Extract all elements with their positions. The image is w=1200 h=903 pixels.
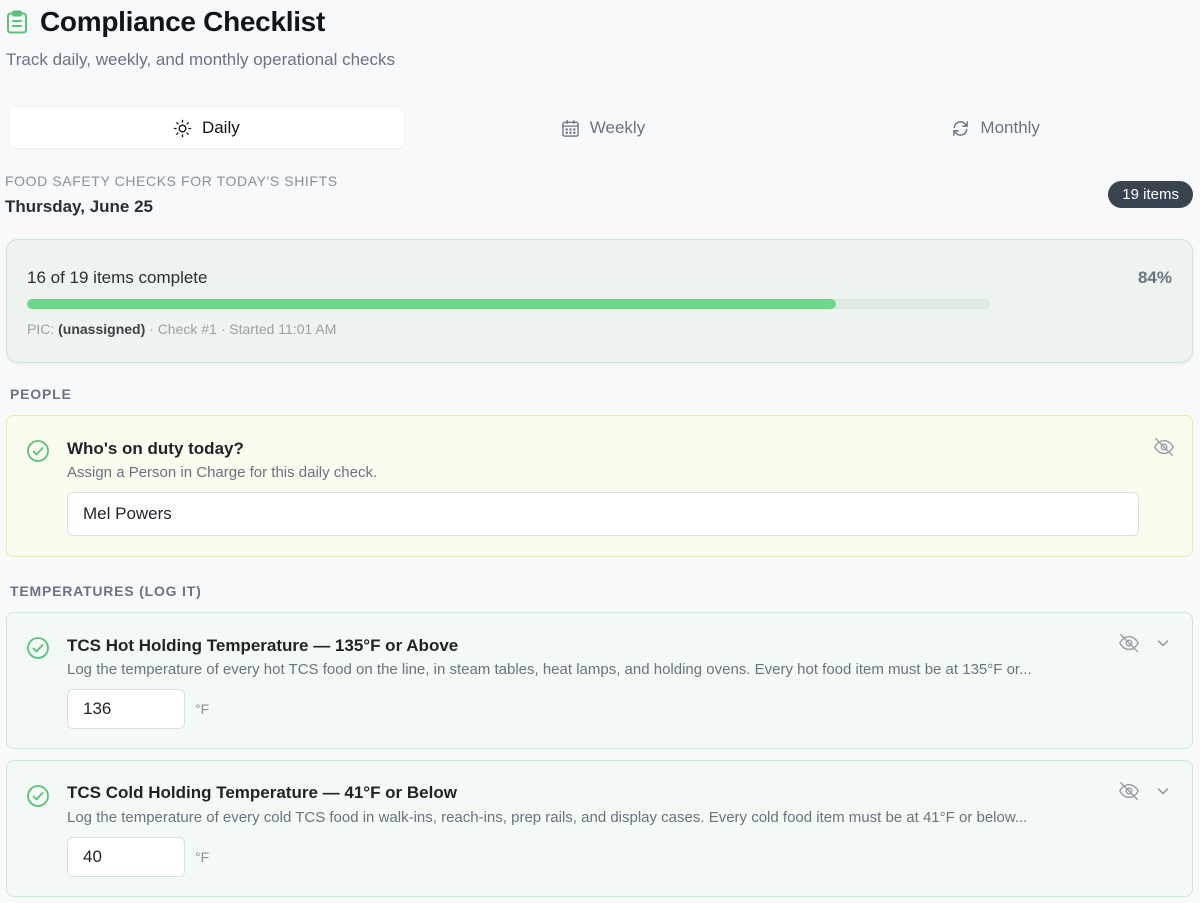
progress-meta: PIC: (unassigned) · Check #1 · Started 1… xyxy=(27,321,336,337)
check-meta: · Check #1 · Started 11:01 AM xyxy=(149,321,337,337)
tab-label: Monthly xyxy=(980,118,1040,137)
hot-temperature-unit: °F xyxy=(195,701,210,717)
tab-label: Weekly xyxy=(589,118,646,137)
clipboard-icon xyxy=(6,10,28,34)
page-header: Compliance Checklist Track daily, weekly… xyxy=(6,6,395,70)
sun-icon xyxy=(173,119,192,137)
hot-holding-desc: Log the temperature of every hot TCS foo… xyxy=(67,661,1032,678)
duty-title: Who's on duty today? xyxy=(67,439,244,458)
cold-holding-desc: Log the temperature of every cold TCS fo… xyxy=(67,809,1028,826)
tab-weekly[interactable]: Weekly xyxy=(407,106,800,150)
day-caption: FOOD SAFETY CHECKS FOR TODAY'S SHIFTS xyxy=(5,173,338,189)
progress-percent: 84% xyxy=(1137,268,1172,287)
hot-temperature-input[interactable] xyxy=(67,689,185,729)
eye-off-icon[interactable] xyxy=(1118,780,1140,802)
cold-holding-title: TCS Cold Holding Temperature — 41°F or B… xyxy=(67,783,457,802)
section-temperatures-label: TEMPERATURES (LOG IT) xyxy=(10,583,202,599)
page-subtitle: Track daily, weekly, and monthly operati… xyxy=(6,50,395,69)
chevron-down-icon[interactable] xyxy=(1155,783,1171,799)
check-circle-icon xyxy=(27,785,49,807)
pic-label: PIC: xyxy=(27,321,55,337)
page-title: Compliance Checklist xyxy=(40,6,325,37)
day-header: FOOD SAFETY CHECKS FOR TODAY'S SHIFTS Th… xyxy=(5,173,1193,217)
eye-off-icon[interactable] xyxy=(1153,436,1175,458)
refresh-icon xyxy=(953,120,969,136)
calendar-icon xyxy=(562,119,579,137)
tab-label: Daily xyxy=(201,118,240,137)
progress-bar-fill xyxy=(27,299,836,309)
hot-holding-title: TCS Hot Holding Temperature — 135°F or A… xyxy=(67,636,459,655)
items-count-badge: 19 items xyxy=(1108,181,1193,208)
check-circle-icon xyxy=(27,637,49,659)
cold-holding-card: TCS Cold Holding Temperature — 41°F or B… xyxy=(6,760,1193,897)
day-date: Thursday, June 25 xyxy=(5,197,154,216)
chevron-down-icon[interactable] xyxy=(1155,635,1171,651)
progress-card: 16 of 19 items complete 84% PIC: (unassi… xyxy=(6,239,1193,363)
eye-off-icon[interactable] xyxy=(1118,632,1140,654)
cold-temperature-input[interactable] xyxy=(67,837,185,877)
section-people-label: PEOPLE xyxy=(10,386,72,402)
tab-daily[interactable]: Daily xyxy=(10,108,403,148)
duty-desc: Assign a Person in Charge for this daily… xyxy=(67,464,378,481)
duty-card: Who's on duty today? Assign a Person in … xyxy=(6,415,1193,557)
pic-value: (unassigned) xyxy=(58,321,146,337)
cold-temperature-unit: °F xyxy=(195,849,210,865)
progress-bar xyxy=(27,299,990,309)
progress-summary: 16 of 19 items complete xyxy=(27,268,208,287)
period-tabs: Daily Weekly Monthly xyxy=(6,106,1192,150)
tab-monthly[interactable]: Monthly xyxy=(799,106,1192,150)
hot-holding-card: TCS Hot Holding Temperature — 135°F or A… xyxy=(6,612,1193,749)
check-circle-icon xyxy=(27,440,49,462)
person-in-charge-input[interactable] xyxy=(67,492,1139,536)
